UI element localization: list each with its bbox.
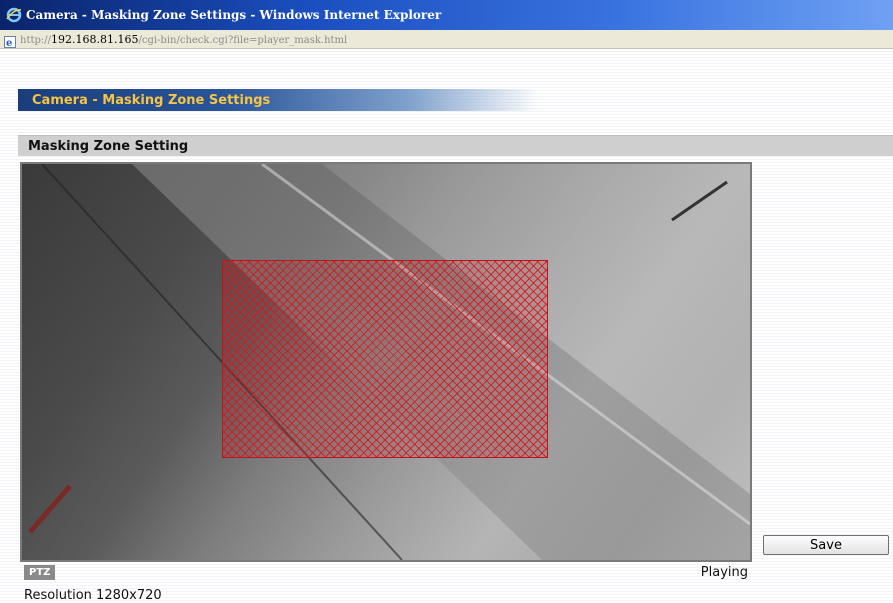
window-title-bar: Camera - Masking Zone Settings - Windows…: [0, 0, 893, 30]
page-icon: e: [4, 33, 16, 49]
address-bar[interactable]: e http://192.168.81.165/cgi-bin/check.cg…: [0, 30, 893, 49]
section-header: Masking Zone Setting: [18, 135, 893, 156]
url-prefix: http://: [20, 34, 51, 46]
player-status: Playing: [700, 565, 748, 580]
url-host: 192.168.81.165: [51, 32, 139, 46]
page-title: Camera - Masking Zone Settings: [32, 92, 271, 108]
window-title: Camera - Masking Zone Settings - Windows…: [26, 8, 442, 22]
page-header: Camera - Masking Zone Settings: [18, 89, 538, 111]
internet-explorer-icon: [6, 7, 22, 23]
ptz-button[interactable]: PTZ: [24, 565, 56, 580]
section-title: Masking Zone Setting: [28, 138, 189, 154]
page-content: Camera - Masking Zone Settings Masking Z…: [0, 49, 893, 603]
masking-zone[interactable]: [222, 260, 548, 458]
address-url[interactable]: http://192.168.81.165/cgi-bin/check.cgi?…: [20, 33, 347, 46]
save-button[interactable]: Save: [763, 535, 889, 555]
url-path: /cgi-bin/check.cgi?file=player_mask.html: [138, 34, 348, 46]
svg-text:e: e: [6, 38, 12, 48]
video-player[interactable]: [20, 162, 752, 562]
